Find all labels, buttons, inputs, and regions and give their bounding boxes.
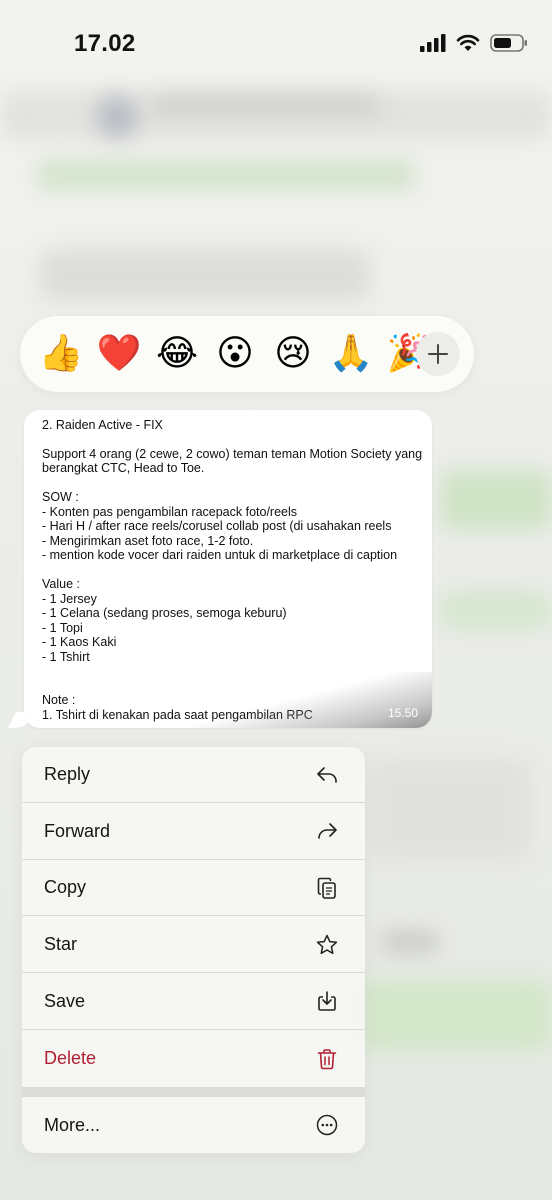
menu-item-label: Reply (44, 764, 91, 784)
message-bubble[interactable]: 2. Raiden Active - FIX Support 4 orang (… (24, 410, 432, 728)
menu-item-label: More... (44, 1114, 101, 1135)
reaction-bar: 👍 ❤️ 😂 😮 😢 🙏 🎉 (20, 316, 474, 392)
more-reactions-button[interactable] (416, 332, 460, 376)
menu-item-delete[interactable]: Delete (22, 1031, 365, 1087)
message-line: - Konten pas pengambilan racepack foto/r… (42, 504, 298, 519)
trash-icon (317, 1048, 337, 1069)
message-line (42, 679, 416, 694)
message-line (42, 563, 416, 578)
message-line: Support 4 orang (2 cewe, 2 cowo) teman t… (42, 446, 423, 461)
reaction-crying[interactable]: 😢 (264, 316, 322, 392)
menu-item-forward[interactable]: Forward (22, 804, 365, 860)
menu-item-save[interactable]: Save (22, 974, 365, 1030)
forward-icon (318, 823, 337, 839)
message-line: - 1 Celana (sedang proses, semoga keburu… (42, 606, 287, 620)
message-line: - Mengirimkan aset foto race, 1-2 foto. (42, 533, 254, 548)
copy-icon (317, 877, 336, 899)
message-timestamp: 15.50 (387, 705, 418, 720)
reaction-heart[interactable]: ❤️ (90, 316, 148, 392)
context-menu: Reply Forward Copy Star Save Delete More… (22, 747, 365, 1153)
menu-item-label: Save (44, 990, 86, 1011)
menu-item-copy[interactable]: Copy (22, 860, 365, 917)
ellipsis-circle-icon (316, 1114, 338, 1136)
reaction-laughing[interactable]: 😂 (148, 316, 206, 392)
message-line: Value : (42, 577, 80, 591)
cellular-signal-icon (420, 34, 446, 52)
message-line (42, 664, 416, 679)
menu-item-star[interactable]: Star (22, 917, 365, 974)
menu-item-reply[interactable]: Reply (22, 747, 365, 803)
message-line: - 1 Tshirt (42, 649, 90, 664)
menu-item-label: Copy (44, 877, 87, 898)
menu-item-label: Delete (44, 1048, 97, 1068)
reaction-pray[interactable]: 🙏 (322, 316, 380, 392)
message-line: - mention kode vocer dari raiden untuk d… (42, 548, 398, 562)
star-icon (316, 934, 338, 954)
message-line: Note : (42, 693, 76, 707)
menu-item-label: Star (44, 934, 78, 955)
message-line: - 1 Topi (42, 620, 83, 635)
save-icon (318, 991, 336, 1012)
message-title: 2. Raiden Active - FIX (42, 418, 163, 432)
reaction-surprised[interactable]: 😮 (206, 316, 264, 392)
reply-icon (317, 766, 337, 783)
menu-item-label: Forward (44, 820, 111, 841)
message-line: 1. Tshirt di kenakan pada saat pengambil… (42, 707, 313, 722)
menu-separator (22, 1087, 365, 1097)
wifi-icon (456, 34, 480, 51)
status-time: 17.02 (74, 30, 136, 57)
message-line: - 1 Jersey (42, 591, 97, 606)
message-line: - 1 Kaos Kaki (42, 635, 117, 649)
reaction-thumbs-up[interactable]: 👍 (32, 316, 90, 392)
message-line: SOW : (42, 490, 79, 504)
message-line (42, 476, 416, 491)
plus-icon (428, 344, 448, 364)
message-line: - Hari H / after race reels/corusel coll… (42, 519, 392, 533)
status-bar: 17.02 (0, 0, 552, 90)
menu-item-more[interactable]: More... (22, 1097, 365, 1153)
battery-icon (490, 34, 527, 52)
message-line: berangkat CTC, Head to Toe. (42, 461, 205, 475)
